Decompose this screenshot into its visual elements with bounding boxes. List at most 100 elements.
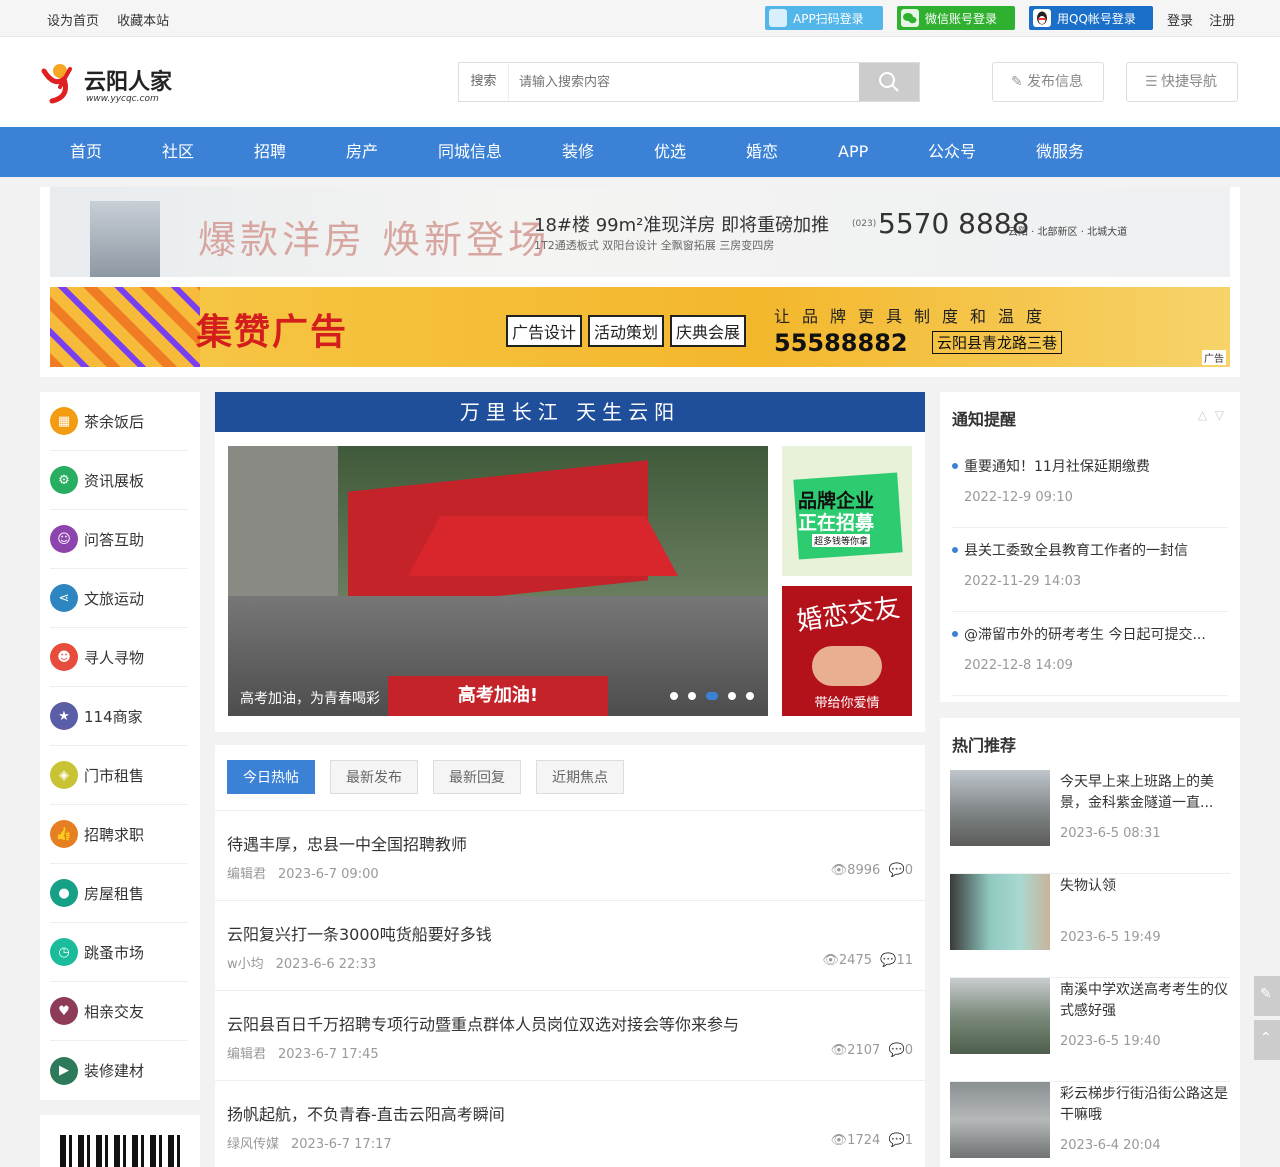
quick-nav-button[interactable]: ☰ 快捷导航 (1126, 62, 1238, 102)
post-author[interactable]: 绿风传媒 (227, 1137, 279, 1152)
back-to-top-button[interactable]: ⌃ (1254, 1020, 1280, 1060)
hot-item-title[interactable]: 今天早上来上班路上的美景，金科紫金隧道一直... (1060, 772, 1230, 814)
search-button[interactable] (859, 63, 919, 101)
sidebar-item-chat[interactable]: ▦ 茶余饭后 (50, 392, 188, 451)
post-author[interactable]: w小均 (227, 957, 264, 972)
set-home-link[interactable]: 设为首页 (47, 14, 99, 29)
notice-item[interactable]: @滞留市外的研考考生 今日起可提交... 2022-12-8 14:09 (952, 612, 1228, 696)
nav-item-jobs[interactable]: 招聘 (254, 127, 286, 177)
nav-item-community[interactable]: 社区 (162, 127, 194, 177)
banner1-phone: 5570 8888 (878, 207, 1030, 240)
sidebar-item-dating[interactable]: ♥ 相亲交友 (50, 982, 188, 1041)
tab-today-hot[interactable]: 今日热帖 (227, 760, 315, 794)
top-left-links: 设为首页 收藏本站 (47, 10, 183, 29)
carousel-dot-active[interactable] (706, 692, 718, 700)
register-link[interactable]: 注册 (1209, 14, 1235, 29)
sidebar-item-merchants[interactable]: ★ 114商家 (50, 687, 188, 746)
nav-item-home[interactable]: 首页 (70, 127, 102, 177)
hot-item[interactable]: 今天早上来上班路上的美景，金科紫金隧道一直... 2023-6-5 08:31 (950, 770, 1230, 874)
carousel-slide[interactable]: 高考加油! 高考加油，为青春喝彩 (228, 446, 768, 716)
tab-latest-reply[interactable]: 最新回复 (433, 760, 521, 794)
real-estate-banner[interactable]: 爆款洋房 焕新登场 18#楼 99m²准现洋房 即将重磅加推 1T2通透板式 双… (50, 187, 1230, 277)
hot-item-title[interactable]: 失物认领 (1060, 876, 1230, 897)
post-title[interactable]: 云阳复兴打一条3000吨货船要好多钱 (227, 921, 492, 945)
hot-item-title[interactable]: 彩云梯步行街沿街公路这是干嘛哦 (1060, 1084, 1230, 1126)
sidebar-item-news[interactable]: ⚙ 资讯展板 (50, 451, 188, 510)
carousel-dot[interactable] (688, 692, 696, 700)
hot-item[interactable]: 南溪中学欢送高考考生的仪式感好强 2023-6-5 19:40 (950, 978, 1230, 1082)
notice-title[interactable]: @滞留市外的研考考生 今日起可提交... (964, 624, 1226, 644)
hot-item[interactable]: 彩云梯步行街沿街公路这是干嘛哦 2023-6-4 20:04 (950, 1082, 1230, 1167)
notice-item[interactable]: 县关工委致全县教育工作者的一封信 2022-11-29 14:03 (952, 528, 1228, 612)
hot-item[interactable]: 失物认领 2023-6-5 19:49 (950, 874, 1230, 978)
float-edit-button[interactable]: ✎ (1254, 976, 1280, 1016)
account-links: 登录 注册 (1167, 10, 1247, 29)
carousel-dot[interactable] (728, 692, 736, 700)
comment-icon: 💬 (880, 953, 897, 968)
nav-item-dating[interactable]: 婚恋 (746, 127, 778, 177)
carousel-dot[interactable] (670, 692, 678, 700)
chevron-up-icon[interactable]: △ (1198, 408, 1207, 422)
logo-url: www.yycqc.com (86, 94, 159, 104)
recruit-promo-thumb[interactable]: 品牌企业 正在招募 超多钱等你拿 (782, 446, 912, 576)
eye-icon: 👁 (830, 863, 848, 878)
post-author[interactable]: 编辑君 (227, 1047, 266, 1062)
eye-icon: 👁 (822, 953, 839, 968)
post-title[interactable]: 待遇丰厚，忠县一中全国招聘教师 (227, 831, 467, 855)
chevron-down-icon[interactable]: ▽ (1215, 408, 1224, 422)
qq-login-label: 用QQ帐号登录 (1057, 11, 1136, 26)
post-row[interactable]: 待遇丰厚，忠县一中全国招聘教师 编辑君 2023-6-7 09:00 👁8996 … (215, 810, 925, 900)
search-label[interactable]: 搜索 (459, 63, 509, 101)
post-title[interactable]: 扬帆起航，不负青春-直击云阳高考瞬间 (227, 1101, 505, 1125)
sidebar-item-housing[interactable]: ● 房屋租售 (50, 864, 188, 923)
nav-item-decoration[interactable]: 装修 (562, 127, 594, 177)
bookmark-link[interactable]: 收藏本站 (117, 14, 169, 29)
site-logo[interactable]: 云阳人家 www.yycqc.com (40, 57, 180, 107)
post-replies: 0 (904, 863, 913, 878)
login-link[interactable]: 登录 (1167, 14, 1193, 29)
building-image (90, 201, 160, 277)
top-bar: 设为首页 收藏本站 APP扫码登录 微信账号登录 用QQ帐号登录 登录 注册 (0, 0, 1280, 37)
notice-title[interactable]: 县关工委致全县教育工作者的一封信 (964, 540, 1226, 560)
nav-item-selection[interactable]: 优选 (654, 127, 686, 177)
banner2-service: 活动策划 (588, 315, 665, 347)
sidebar-item-decoration[interactable]: ▶ 装修建材 (50, 1041, 188, 1100)
search-input[interactable] (509, 63, 859, 101)
sidebar-item-flea-market[interactable]: ◷ 跳蚤市场 (50, 923, 188, 982)
dating-promo-thumb[interactable]: 婚恋交友 带给你爱情 (782, 586, 912, 716)
nav-item-official-account[interactable]: 公众号 (928, 127, 976, 177)
slogan-banner: 万里长江 天生云阳 (215, 392, 925, 432)
tab-focus[interactable]: 近期焦点 (536, 760, 624, 794)
wechat-icon (901, 9, 919, 27)
qq-login-button[interactable]: 用QQ帐号登录 (1029, 6, 1153, 30)
banner-area: 爆款洋房 焕新登场 18#楼 99m²准现洋房 即将重磅加推 1T2通透板式 双… (40, 187, 1240, 377)
nav-item-housing[interactable]: 房产 (346, 127, 378, 177)
nav-item-local-info[interactable]: 同城信息 (438, 127, 502, 177)
ad-agency-banner[interactable]: 集赞广告 广告设计 活动策划 庆典会展 让品牌更具制度和温度 55588882 … (50, 287, 1230, 367)
banner1-address: 云阳 · 北部新区 · 北城大道 (1008, 227, 1128, 238)
post-author[interactable]: 编辑君 (227, 867, 266, 882)
post-row[interactable]: 云阳复兴打一条3000吨货船要好多钱 w小均 2023-6-6 22:33 👁24… (215, 900, 925, 990)
promo-line3: 超多钱等你拿 (812, 534, 871, 547)
wechat-login-button[interactable]: 微信账号登录 (897, 6, 1015, 30)
hot-item-title[interactable]: 南溪中学欢送高考考生的仪式感好强 (1060, 980, 1230, 1022)
post-row[interactable]: 扬帆起航，不负青春-直击云阳高考瞬间 绿风传媒 2023-6-7 17:17 👁1… (215, 1080, 925, 1167)
sidebar-item-qa[interactable]: ☺ 问答互助 (50, 510, 188, 569)
post-row[interactable]: 云阳县百日千万招聘专项行动暨重点群体人员岗位双选对接会等你来参与 编辑君 2023… (215, 990, 925, 1080)
post-title[interactable]: 云阳县百日千万招聘专项行动暨重点群体人员岗位双选对接会等你来参与 (227, 1011, 739, 1035)
sidebar-item-travel[interactable]: ⋖ 文旅运动 (50, 569, 188, 628)
publish-button[interactable]: ✎ 发布信息 (992, 62, 1104, 102)
notice-item[interactable]: 重要通知！11月社保延期缴费 2022-12-9 09:10 (952, 444, 1228, 528)
slide-banner-text: 高考加油! (388, 676, 608, 716)
carousel-dot[interactable] (746, 692, 754, 700)
tab-latest[interactable]: 最新发布 (330, 760, 418, 794)
hot-thumbnail (950, 978, 1050, 1054)
notice-title[interactable]: 重要通知！11月社保延期缴费 (964, 456, 1226, 476)
sidebar-item-jobs[interactable]: 👍 招聘求职 (50, 805, 188, 864)
sidebar-item-lost-found[interactable]: ☻ 寻人寻物 (50, 628, 188, 687)
nav-item-micro-service[interactable]: 微服务 (1036, 127, 1084, 177)
sidebar-item-shop-rental[interactable]: ◈ 门市租售 (50, 746, 188, 805)
nav-item-app[interactable]: APP (838, 127, 868, 177)
notices-title: 通知提醒 (952, 410, 1017, 429)
app-login-button[interactable]: APP扫码登录 (765, 6, 883, 30)
